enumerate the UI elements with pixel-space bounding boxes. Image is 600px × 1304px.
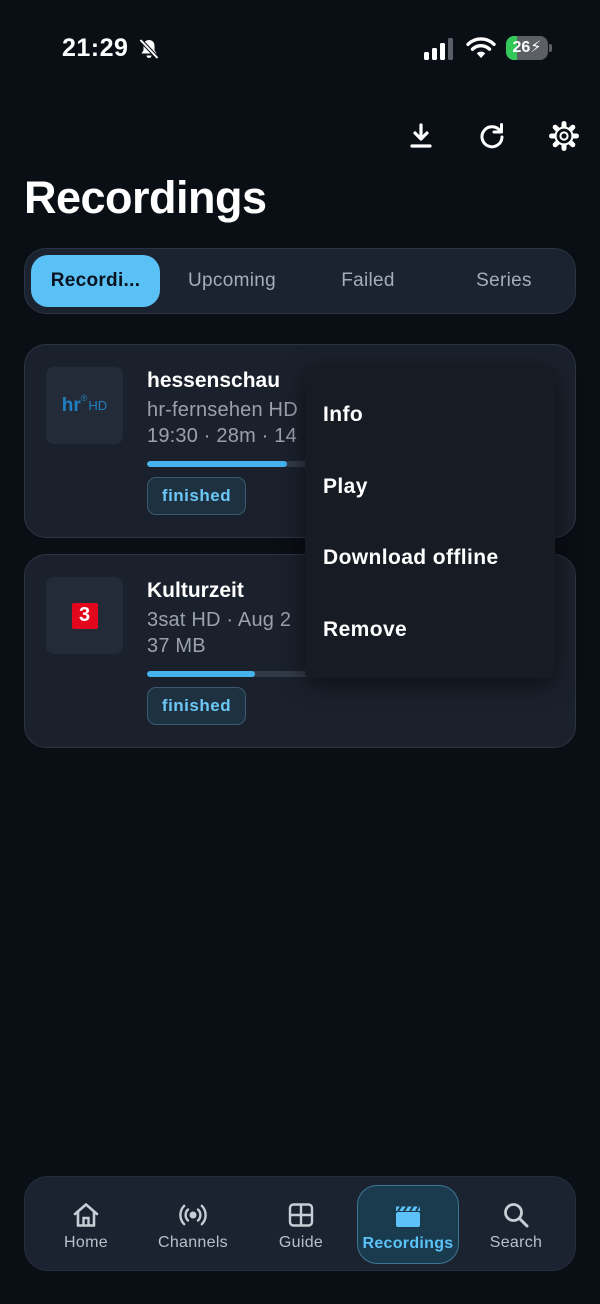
recording-channel: hr-fernsehen HD — [147, 399, 298, 421]
recording-progress-fill — [147, 671, 255, 677]
nav-label: Guide — [278, 1234, 324, 1251]
recording-progress-fill — [147, 461, 288, 467]
cellular-signal-icon — [424, 38, 453, 60]
nav-home[interactable]: Home — [31, 1185, 141, 1264]
battery-body: 26⚡ — [506, 36, 548, 60]
nav-label: Channels — [157, 1234, 228, 1251]
tab-recordings[interactable]: Recordi... — [31, 255, 160, 307]
battery-percent: 26⚡ — [512, 39, 542, 56]
channel-logo-hr-fernsehen: hr ® HD — [46, 367, 123, 444]
bottom-navigation: Home Channels Guide Recordings Search — [24, 1176, 576, 1271]
logo-text: 3 — [71, 602, 98, 629]
recording-time-info: 19:30 · 28m · 14 — [147, 425, 297, 447]
logo-text: hr — [61, 394, 81, 416]
settings-gear-icon — [549, 121, 579, 151]
menu-item-info[interactable]: Info — [305, 384, 555, 446]
download-button[interactable] — [401, 116, 441, 156]
logo-suffix: HD — [88, 398, 108, 413]
refresh-icon — [480, 123, 504, 149]
status-badge: finished — [147, 477, 246, 515]
nav-label: Recordings — [362, 1235, 454, 1252]
guide-grid-icon — [288, 1203, 314, 1227]
nav-search[interactable]: Search — [461, 1185, 571, 1264]
recording-progress — [147, 671, 327, 677]
status-badge: finished — [147, 687, 246, 725]
status-bar: 21:29 26⚡ — [0, 30, 600, 70]
home-icon — [73, 1203, 99, 1227]
settings-button[interactable] — [544, 116, 584, 156]
battery-charging-icon: 26⚡ — [506, 36, 552, 60]
recording-size: 37 MB — [147, 635, 206, 657]
broadcast-icon — [179, 1204, 207, 1226]
status-time: 21:29 — [62, 34, 129, 62]
nav-guide[interactable]: Guide — [246, 1185, 356, 1264]
recording-title: Kulturzeit — [147, 579, 244, 602]
nav-recordings[interactable]: Recordings — [357, 1185, 459, 1264]
recording-channel: 3sat HD · Aug 2 — [147, 609, 292, 631]
recording-progress — [147, 461, 327, 467]
recordings-screen: 21:29 26⚡ Recordings Recordi... Upcoming… — [0, 0, 600, 1304]
search-icon — [504, 1203, 529, 1228]
recordings-tab-bar: Recordi... Upcoming Failed Series — [24, 248, 576, 314]
refresh-button[interactable] — [472, 116, 512, 156]
nav-channels[interactable]: Channels — [138, 1185, 248, 1264]
menu-item-play[interactable]: Play — [305, 456, 555, 518]
nav-label: Home — [64, 1234, 108, 1251]
recording-title: hessenschau — [147, 369, 281, 392]
tab-series[interactable]: Series — [438, 255, 570, 307]
battery-cap — [549, 44, 552, 52]
clapperboard-icon — [396, 1205, 420, 1227]
menu-item-download-offline[interactable]: Download offline — [305, 527, 555, 589]
download-icon — [410, 123, 432, 148]
tab-failed[interactable]: Failed — [302, 255, 434, 307]
tab-upcoming[interactable]: Upcoming — [166, 255, 298, 307]
channel-logo-3sat: 3 — [46, 577, 123, 654]
wifi-icon — [466, 37, 496, 58]
menu-item-remove[interactable]: Remove — [305, 599, 555, 661]
bell-slash-icon — [139, 38, 159, 60]
nav-label: Search — [489, 1234, 543, 1251]
recording-context-menu: Info Play Download offline Remove — [305, 366, 555, 678]
page-title: Recordings — [24, 172, 267, 223]
